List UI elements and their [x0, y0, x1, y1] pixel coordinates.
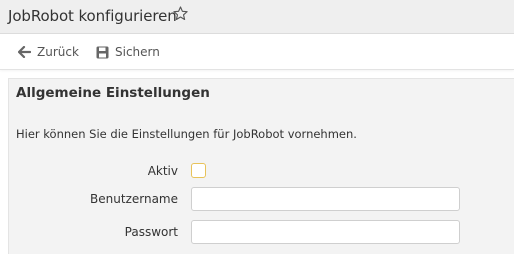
- panel-title: Allgemeine Einstellungen: [16, 85, 210, 101]
- password-input[interactable]: [191, 220, 460, 244]
- toolbar: Zurück Sichern: [0, 34, 514, 70]
- page: JobRobot konfigurieren Zurück Sichern Al…: [0, 0, 514, 254]
- save-button[interactable]: Sichern: [96, 43, 160, 61]
- panel-description: Hier können Sie die Einstellungen für Jo…: [16, 127, 357, 141]
- username-input[interactable]: [191, 187, 460, 211]
- general-settings-panel: Allgemeine Einstellungen Hier können Sie…: [8, 78, 514, 254]
- save-button-label: Sichern: [115, 45, 160, 59]
- username-label: Benutzername: [90, 192, 178, 206]
- back-button-label: Zurück: [37, 45, 79, 59]
- back-button[interactable]: Zurück: [18, 43, 79, 61]
- favorite-star-icon[interactable]: [172, 5, 189, 22]
- password-label: Passwort: [124, 225, 178, 239]
- active-checkbox[interactable]: [191, 163, 206, 178]
- active-label: Aktiv: [147, 164, 178, 178]
- page-title: JobRobot konfigurieren: [8, 7, 177, 25]
- floppy-disk-icon: [96, 46, 109, 58]
- arrow-left-icon: [18, 46, 31, 58]
- page-header: JobRobot konfigurieren: [0, 0, 514, 34]
